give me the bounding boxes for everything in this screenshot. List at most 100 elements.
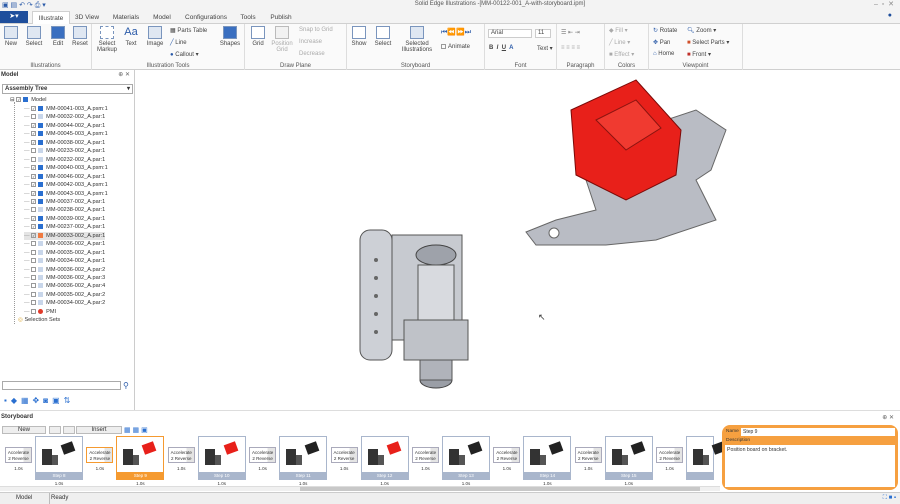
help-icon[interactable]: ● <box>888 12 892 19</box>
tree-item[interactable]: — ✓ MM-00044-002_A.par:1 <box>24 122 105 130</box>
transition-box[interactable]: Accelerate 2 Reverse <box>330 447 358 463</box>
storyboard-scrollbar[interactable] <box>0 486 720 491</box>
checkbox[interactable] <box>31 148 37 154</box>
checkbox[interactable]: ✓ <box>31 139 37 145</box>
checkbox[interactable] <box>31 258 37 264</box>
storyboard-pin-close[interactable]: ⊕ ✕ <box>882 414 894 421</box>
step-thumbnail[interactable]: Step 13 <box>442 436 490 480</box>
step-thumbnail[interactable]: Step 11 <box>279 436 328 480</box>
storyboard-select-button[interactable]: Select <box>373 26 393 47</box>
line-color-button[interactable]: ╱ Line ▾ <box>609 39 630 46</box>
checkbox[interactable]: ✓ <box>31 198 37 204</box>
transition-box[interactable]: Accelerate 2 Reverse <box>86 447 114 463</box>
move-right-button[interactable] <box>63 426 75 434</box>
tree-item[interactable]: — MM-00032-002_A.par:1 <box>24 113 105 121</box>
tree-item[interactable]: — MM-00035-002_A.par:1 <box>24 249 105 257</box>
status-tab-model[interactable]: Model <box>16 495 32 501</box>
step-description-input[interactable]: Position board on bracket. <box>725 445 895 487</box>
checkbox[interactable]: ✓ <box>31 232 37 238</box>
tree-item[interactable]: — MM-00034-002_A.par:2 <box>24 299 105 307</box>
tree-item[interactable]: — ✓ MM-00039-002_A.par:1 <box>24 215 105 223</box>
checkbox[interactable] <box>31 114 37 120</box>
increase-button[interactable]: Increase <box>299 39 322 45</box>
tree-item[interactable]: — MM-00036-002_A.par:4 <box>24 282 105 290</box>
checkbox[interactable]: ✓ <box>31 131 37 137</box>
step-thumbnail[interactable]: Step 12 <box>360 436 409 480</box>
step-name-input[interactable]: Step 9 <box>741 428 895 436</box>
tab-materials[interactable]: Materials <box>108 11 144 24</box>
show-button[interactable]: Show <box>350 26 368 47</box>
tree-item[interactable]: — ✓ MM-00041-003_A.psm:1 <box>24 105 108 113</box>
playback-controls[interactable]: ⏮⏪⏩⏭ <box>441 28 471 37</box>
checkbox[interactable] <box>31 207 37 213</box>
tree-item[interactable]: — MM-00232-002_A.par:1 <box>24 156 105 164</box>
tab-tools[interactable]: Tools <box>236 11 260 24</box>
selection-sets[interactable]: ◎ Selection Sets <box>18 316 60 324</box>
view-toggle-icons[interactable]: ⛶ ■ ▪ <box>883 495 896 502</box>
select-button[interactable]: Select <box>24 26 44 47</box>
checkbox[interactable]: ✓ <box>31 173 37 179</box>
new-button[interactable]: New <box>2 26 20 47</box>
text-style-button[interactable]: Text ▾ <box>537 45 553 52</box>
grid-button[interactable]: Grid <box>249 26 267 47</box>
tree-item[interactable]: — ✓ MM-00045-003_A.psm:1 <box>24 130 108 138</box>
position-grid-button[interactable]: Position Grid <box>269 26 295 53</box>
font-name-select[interactable]: Arial <box>488 29 532 38</box>
tree-item[interactable]: — ✓ MM-00033-002_A.par:1 <box>24 231 106 240</box>
tree-item[interactable]: — PMI <box>24 308 56 316</box>
tree-item[interactable]: — MM-00238-002_A.par:1 <box>24 206 105 214</box>
callout-button[interactable]: ● Callout ▾ <box>170 51 199 58</box>
step-thumbnail[interactable]: Step 15 <box>604 436 653 480</box>
select-markup-button[interactable]: Select Markup <box>95 26 119 53</box>
shapes-button[interactable]: Shapes <box>218 26 242 47</box>
text-button[interactable]: Aa Text <box>122 26 140 47</box>
animate-checkbox[interactable]: Animate <box>441 44 470 50</box>
alignment-buttons[interactable]: ≡ ≡ ≡ ≡ <box>561 45 580 51</box>
fill-button[interactable]: ◆ Fill ▾ <box>609 27 628 34</box>
checkbox[interactable]: ✓ <box>31 215 37 221</box>
zoom-button[interactable]: 🔍︎ Zoom ▾ <box>687 27 716 34</box>
tree-item[interactable]: — ✓ MM-00042-003_A.psm:1 <box>24 181 108 189</box>
snap-to-grid-button[interactable]: Snap to Grid <box>299 27 333 33</box>
step-thumbnail[interactable]: Step 8 <box>35 436 83 480</box>
panel-tab-icons[interactable]: ▪◆▦✥◙▣⇅ <box>4 396 74 405</box>
tree-item[interactable]: — MM-00035-002_A.par:2 <box>24 291 105 299</box>
search-icon[interactable]: ⚲ <box>123 381 129 390</box>
move-left-button[interactable] <box>49 426 61 434</box>
selected-illustrations-button[interactable]: Selected Illustrations <box>401 26 433 53</box>
scrollbar-thumb[interactable] <box>300 487 700 491</box>
step-thumbnail[interactable]: Step 14 <box>523 436 572 480</box>
checkbox[interactable]: ✓ <box>31 165 37 171</box>
transition-box[interactable]: Accelerate 2 Reverse <box>5 447 32 463</box>
panel-pin-close[interactable]: ⊕ ✕ <box>118 71 130 78</box>
checkbox[interactable]: ✓ <box>31 122 37 128</box>
checkbox[interactable] <box>31 291 37 297</box>
tree-item[interactable]: — ✓ MM-00038-002_A.par:1 <box>24 139 105 147</box>
image-button[interactable]: Image <box>144 26 166 47</box>
checkbox[interactable] <box>31 249 37 255</box>
list-indent-buttons[interactable]: ☰ ⇤ ⇥ <box>561 29 580 36</box>
rotate-button[interactable]: ↻ Rotate <box>653 27 677 34</box>
tree-item[interactable]: — MM-00036-002_A.par:2 <box>24 266 105 274</box>
step-thumbnail[interactable] <box>686 436 727 480</box>
home-button[interactable]: ⌂ Home <box>653 51 674 57</box>
checkbox[interactable]: ✓ <box>16 97 22 103</box>
tab-model[interactable]: Model <box>148 11 176 24</box>
checkbox[interactable]: ✓ <box>31 190 37 196</box>
transition-box[interactable]: Accelerate 2 Reverse <box>493 447 521 463</box>
checkbox[interactable]: ✓ <box>31 106 37 112</box>
3d-viewport[interactable]: ↖ <box>136 70 900 410</box>
checkbox[interactable] <box>31 156 37 162</box>
font-style-buttons[interactable]: B I U A <box>489 45 514 51</box>
view-mode-icons[interactable]: ▦ ▦ ▣ <box>124 426 148 434</box>
checkbox[interactable] <box>31 241 37 247</box>
step-thumbnail[interactable]: Step 9 <box>116 436 165 480</box>
tree-item[interactable]: — ✓ MM-00046-002_A.par:1 <box>24 173 105 181</box>
tree-root[interactable]: ⊟ ✓ Model <box>10 96 47 104</box>
font-size-select[interactable]: 11 <box>535 29 551 38</box>
select-parts-button[interactable]: ■ Select Parts ▾ <box>687 39 729 46</box>
quick-access-toolbar-icons[interactable]: ▣ ▤ ↶ ↷ ⎙ ▾ <box>2 1 46 10</box>
tree-search-input[interactable] <box>2 381 121 390</box>
tree-item[interactable]: — ✓ MM-00237-002_A.par:1 <box>24 223 105 231</box>
checkbox[interactable]: ✓ <box>31 224 37 230</box>
